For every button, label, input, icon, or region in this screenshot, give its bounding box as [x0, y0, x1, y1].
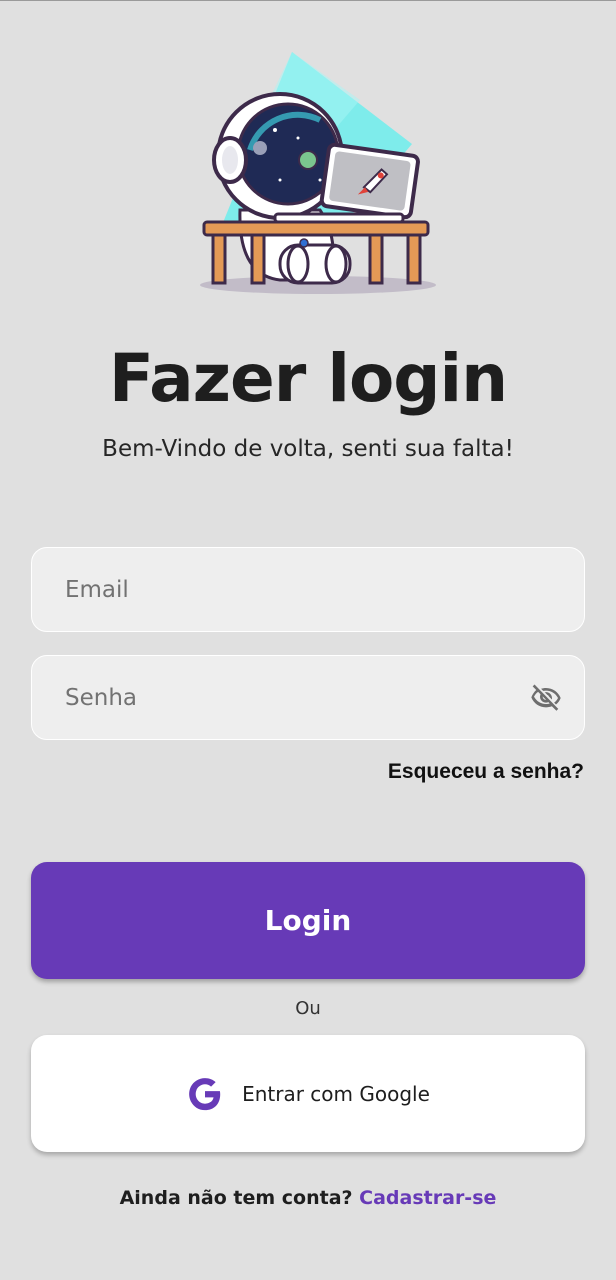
google-icon — [189, 1077, 221, 1110]
signup-link[interactable]: Cadastrar-se — [359, 1187, 496, 1209]
or-separator: Ou — [295, 998, 321, 1019]
astronaut-illustration — [200, 52, 436, 294]
email-field[interactable] — [32, 548, 584, 631]
top-divider — [0, 0, 616, 1]
password-field-container — [31, 655, 585, 740]
email-field-container — [31, 547, 585, 632]
signup-prompt: Ainda não tem conta? Cadastrar-se — [0, 1187, 616, 1209]
eye-off-icon[interactable] — [528, 682, 564, 714]
page-subtitle: Bem-Vindo de volta, senti sua falta! — [102, 436, 514, 462]
forgot-password-link[interactable]: Esqueceu a senha? — [388, 760, 584, 784]
password-field[interactable] — [32, 656, 584, 739]
page-title: Fazer login — [108, 340, 508, 417]
google-login-button[interactable]: Entrar com Google — [31, 1035, 585, 1152]
google-button-label: Entrar com Google — [242, 1081, 430, 1106]
signup-prompt-text: Ainda não tem conta? — [119, 1187, 353, 1209]
login-button[interactable]: Login — [31, 862, 585, 979]
